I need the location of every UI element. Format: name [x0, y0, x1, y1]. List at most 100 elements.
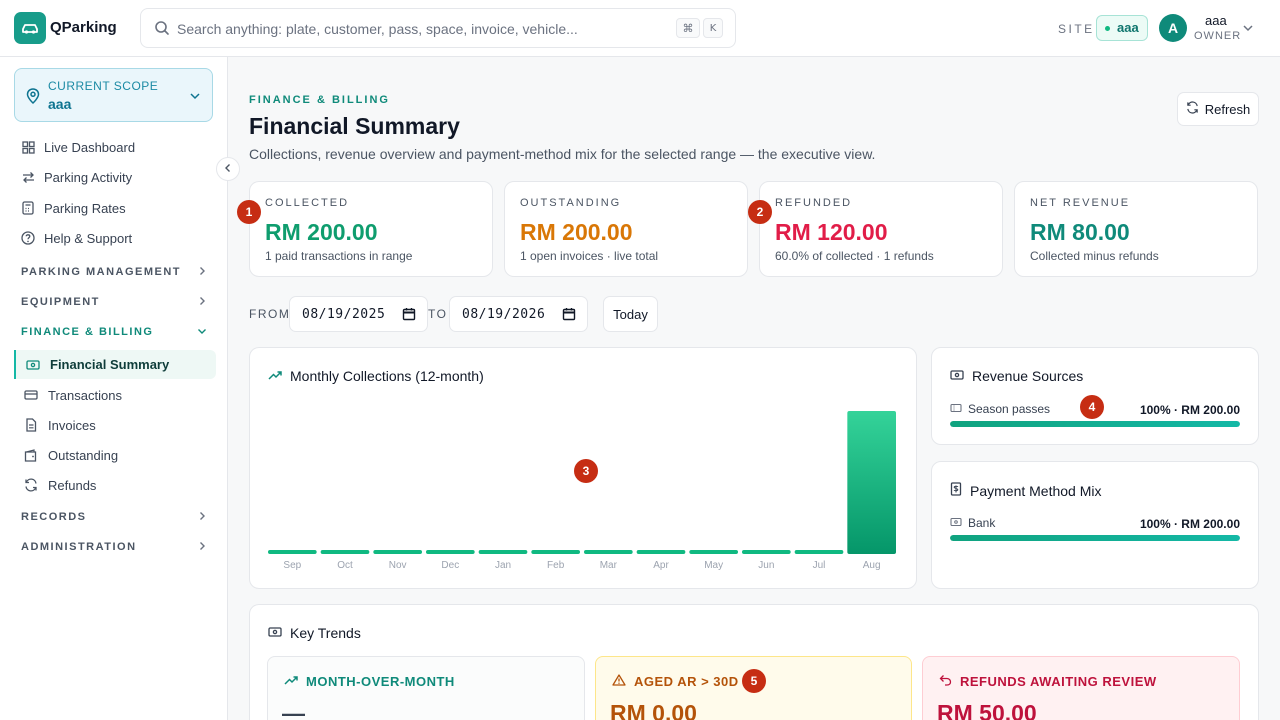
site-label: SITE — [1058, 22, 1095, 36]
help-icon — [21, 231, 35, 245]
chevron-right-icon — [197, 511, 207, 524]
kpi-refunded: REFUNDED RM 120.00 60.0% of collected · … — [759, 181, 1003, 277]
trend-label: REFUNDS AWAITING REVIEW — [960, 674, 1157, 689]
grid-icon — [21, 140, 35, 154]
x-tick-label: Jun — [758, 560, 774, 571]
revenue-source-value: 100% · RM 200.00 — [1139, 403, 1240, 417]
chart-bar-jul[interactable] — [794, 550, 844, 554]
calendar-icon[interactable] — [402, 307, 416, 326]
user-name[interactable]: aaa — [1205, 13, 1227, 28]
chart-bar-jan[interactable] — [478, 550, 528, 554]
chart-bar-feb[interactable] — [531, 550, 580, 554]
payment-method-label: Bank — [968, 516, 996, 530]
car-logo-icon[interactable] — [14, 12, 46, 44]
page-eyebrow: FINANCE & BILLING — [249, 94, 390, 106]
sidebar-collapse-button[interactable] — [216, 157, 240, 181]
sidebar-item-parking-rates[interactable]: Parking Rates — [21, 198, 126, 218]
sidebar-item-help-support[interactable]: Help & Support — [21, 228, 132, 248]
kpi-net-revenue: NET REVENUE RM 80.00 Collected minus ref… — [1014, 181, 1258, 277]
sidebar-item-live-dashboard[interactable]: Live Dashboard — [21, 137, 135, 157]
brand-name[interactable]: QParking — [50, 19, 117, 36]
chart-bar-oct[interactable] — [320, 550, 370, 554]
sidebar-item-label: Invoices — [48, 417, 96, 433]
kpi-value: RM 80.00 — [1030, 219, 1130, 245]
nav-group-label: EQUIPMENT — [21, 296, 100, 308]
chart-bar-apr[interactable] — [636, 550, 686, 554]
kpi-collected: COLLECTED RM 200.00 1 paid transactions … — [249, 181, 493, 277]
warning-icon — [612, 674, 626, 689]
nav-group-parking-management[interactable]: PARKING MANAGEMENT — [21, 263, 207, 281]
nav-group-records[interactable]: RECORDS — [21, 508, 207, 526]
nav-group-label: FINANCE & BILLING — [21, 326, 154, 338]
scope-value: aaa — [48, 96, 72, 112]
money-icon — [950, 516, 962, 530]
kpi-label: REFUNDED — [775, 197, 853, 209]
trend-label: AGED AR > 30D — [634, 674, 739, 689]
site-selector[interactable]: aaa — [1096, 15, 1148, 41]
chart-bar-dec[interactable] — [426, 550, 475, 554]
calendar-icon[interactable] — [562, 307, 576, 326]
search-input[interactable] — [177, 19, 677, 39]
trend-label-row: AGED AR > 30D — [612, 674, 739, 689]
kpi-label: NET REVENUE — [1030, 197, 1131, 209]
receipt-icon — [950, 482, 962, 499]
user-role: OWNER — [1194, 30, 1242, 42]
nav-group-equipment[interactable]: EQUIPMENT — [21, 293, 207, 311]
chevron-left-icon — [223, 160, 233, 178]
from-date-input[interactable]: 08/19/2025 — [289, 296, 428, 332]
sidebar-item-outstanding[interactable]: Outstanding — [24, 445, 118, 465]
trend-refunds-awaiting-review: REFUNDS AWAITING REVIEW RM 50.00 — [922, 656, 1240, 720]
kpi-note: Collected minus refunds — [1030, 249, 1159, 263]
trending-up-icon — [284, 674, 298, 689]
revenue-source-bar — [950, 421, 1240, 427]
x-tick-label: Dec — [441, 560, 459, 571]
sidebar-item-transactions[interactable]: Transactions — [24, 385, 122, 405]
to-date-input[interactable]: 08/19/2026 — [449, 296, 588, 332]
chart-bar-mar[interactable] — [584, 550, 633, 554]
global-search[interactable]: ⌘ K — [140, 8, 736, 48]
chevron-right-icon — [197, 296, 207, 309]
chart-bar-jun[interactable] — [742, 550, 791, 554]
nav-group-label: ADMINISTRATION — [21, 541, 137, 553]
scope-selector[interactable]: CURRENT SCOPE aaa — [14, 68, 213, 122]
annotation-marker: 4 — [1080, 395, 1104, 419]
trend-value: — — [282, 700, 305, 720]
trend-label: MONTH-OVER-MONTH — [306, 674, 455, 689]
kpi-value: RM 200.00 — [520, 219, 633, 245]
trend-label-row: REFUNDS AWAITING REVIEW — [939, 674, 1157, 689]
nav-group-administration[interactable]: ADMINISTRATION — [21, 538, 207, 556]
today-button[interactable]: Today — [603, 296, 658, 332]
money-icon — [950, 368, 964, 384]
k-key-hint: K — [703, 18, 723, 38]
refresh-button[interactable]: Refresh — [1177, 92, 1259, 126]
card-icon — [24, 388, 38, 402]
chevron-down-icon — [189, 89, 201, 107]
chart-bar-sep[interactable] — [268, 550, 317, 554]
sidebar-item-refunds[interactable]: Refunds — [24, 475, 96, 495]
sidebar-item-invoices[interactable]: Invoices — [24, 415, 96, 435]
sidebar-item-parking-activity[interactable]: Parking Activity — [21, 167, 132, 187]
kpi-outstanding: OUTSTANDING RM 200.00 1 open invoices · … — [504, 181, 748, 277]
x-tick-label: Sep — [283, 560, 301, 571]
sidebar-item-label: Live Dashboard — [44, 139, 136, 155]
nav-group-label: PARKING MANAGEMENT — [21, 266, 182, 278]
payment-method-value: 100% · RM 200.00 — [1139, 517, 1240, 531]
key-trends-title: Key Trends — [290, 625, 361, 641]
chart-bar-aug[interactable] — [847, 411, 896, 554]
chart-bar-may[interactable] — [689, 550, 738, 554]
chart-bar-nov[interactable] — [373, 550, 422, 554]
sidebar-item-financial-summary[interactable]: Financial Summary — [14, 350, 216, 379]
refresh-label: Refresh — [1204, 101, 1251, 117]
trend-label-row: MONTH-OVER-MONTH — [284, 674, 455, 689]
nav-group-finance-billing[interactable]: FINANCE & BILLING — [21, 323, 207, 341]
chevron-right-icon — [197, 266, 207, 279]
kpi-note: 60.0% of collected · 1 refunds — [775, 249, 934, 263]
x-tick-label: Feb — [547, 560, 565, 571]
to-label: TO — [428, 307, 448, 321]
chevron-down-icon[interactable] — [1242, 21, 1254, 39]
to-date-value: 08/19/2026 — [462, 307, 546, 322]
money-icon — [26, 358, 40, 372]
kpi-label: OUTSTANDING — [520, 197, 622, 209]
chevron-right-icon — [197, 541, 207, 554]
avatar[interactable]: A — [1159, 14, 1187, 42]
